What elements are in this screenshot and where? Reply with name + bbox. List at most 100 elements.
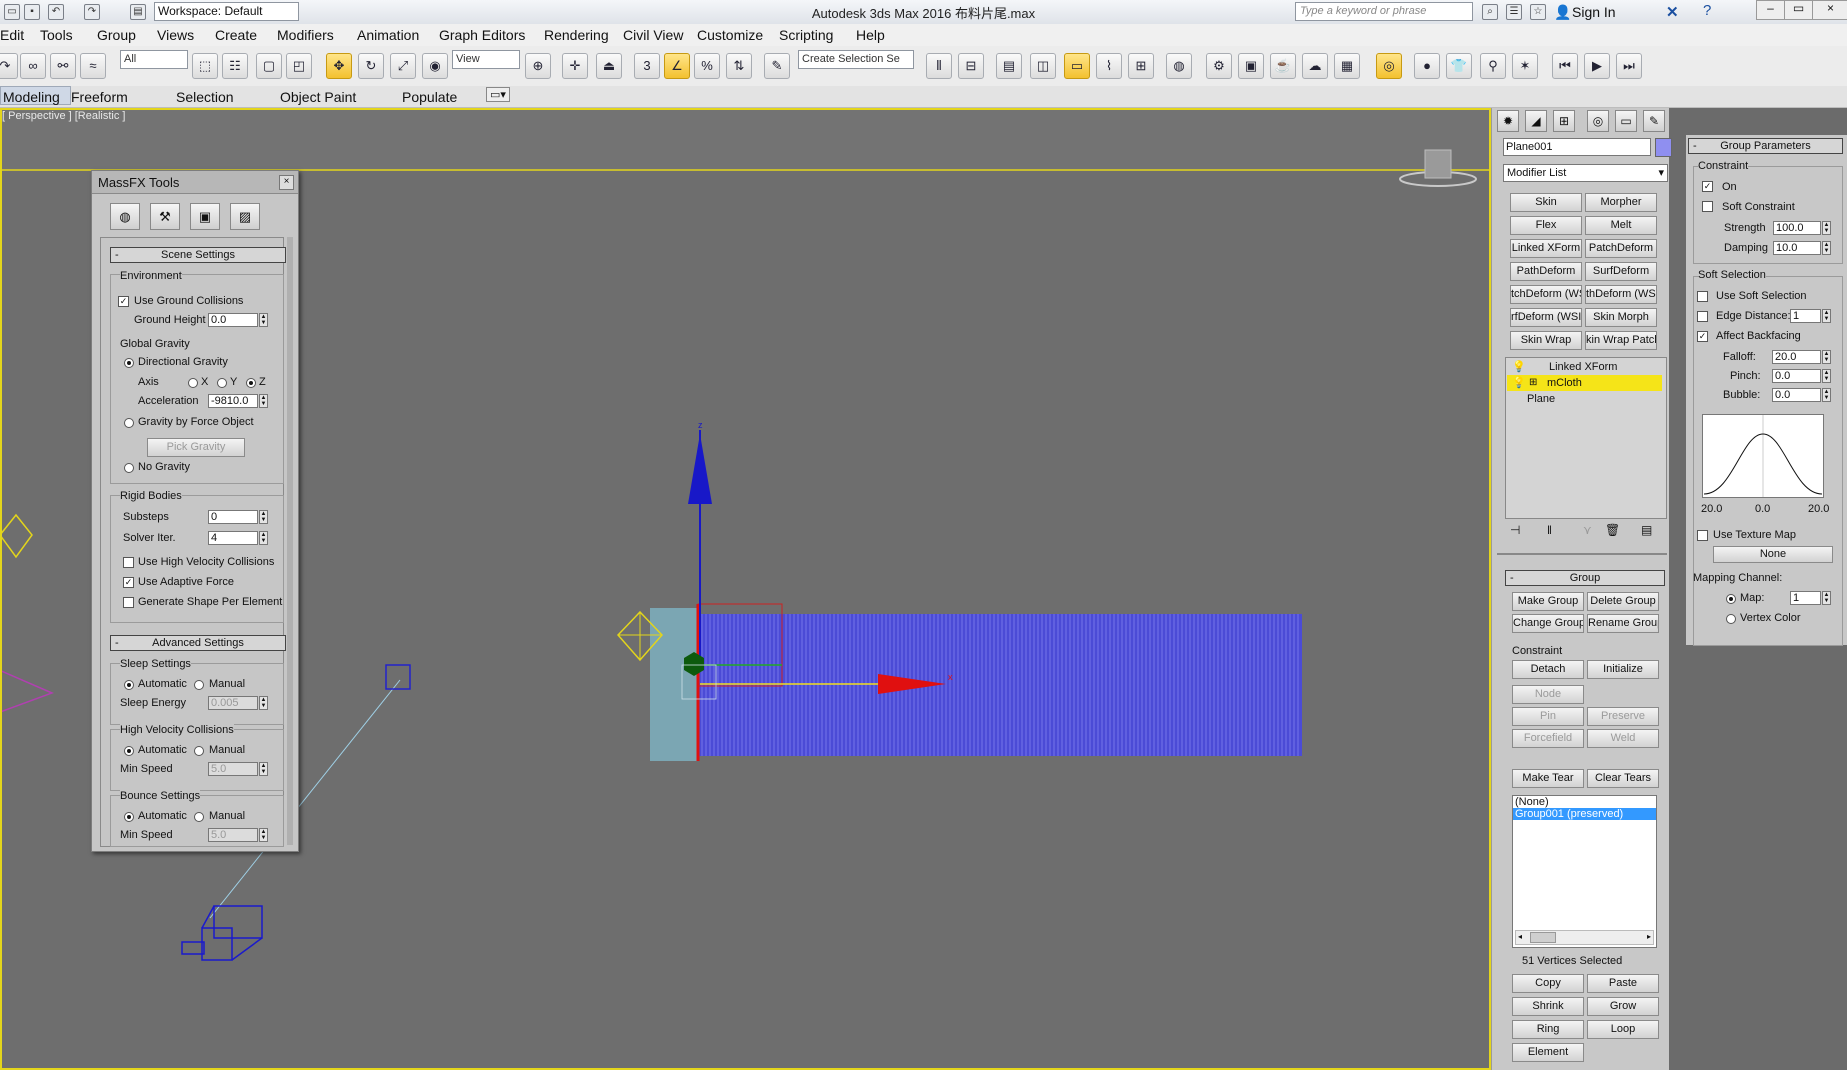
redo-scene-icon[interactable]: ↷: [0, 53, 18, 79]
object-name-input[interactable]: Plane001: [1503, 138, 1651, 156]
spinner-snap-icon[interactable]: ⇅: [726, 53, 752, 79]
ground-height-input[interactable]: 0.0: [208, 313, 258, 327]
soft-constraint-checkbox[interactable]: [1702, 201, 1713, 212]
tab-selection[interactable]: Selection: [176, 89, 234, 105]
configure-sets-icon[interactable]: ▤: [1641, 523, 1652, 537]
acceleration-spinner[interactable]: ▲ ▼: [259, 394, 268, 408]
window-crossing-icon[interactable]: ◰: [286, 53, 312, 79]
ribbon-toggle-icon[interactable]: ▭: [1064, 53, 1090, 79]
tab-modeling[interactable]: Modeling: [0, 86, 71, 105]
menu-create[interactable]: Create: [215, 27, 257, 43]
axis-z-radio[interactable]: [246, 378, 256, 388]
list-horizontal-scrollbar[interactable]: ◂ ▸: [1515, 930, 1654, 945]
angle-snap-icon[interactable]: ∠: [664, 53, 690, 79]
modifier-skin-button[interactable]: Skin: [1510, 193, 1582, 212]
modifier-melt-button[interactable]: Melt: [1585, 216, 1657, 235]
selection-filter-dropdown[interactable]: All: [120, 50, 188, 69]
scene-explorer-icon[interactable]: ▤: [996, 53, 1022, 79]
user-icon[interactable]: 👤: [1554, 4, 1571, 21]
axis-x-radio[interactable]: [188, 378, 198, 388]
ribbon-options-icon[interactable]: ▭▾: [486, 87, 510, 102]
curve-editor-icon[interactable]: ⌇: [1096, 53, 1122, 79]
play-simulation-icon[interactable]: ▶: [1584, 53, 1610, 79]
vertex-color-radio[interactable]: [1726, 614, 1736, 624]
ragdoll-icon[interactable]: ✶: [1512, 53, 1538, 79]
select-manipulate-icon[interactable]: ✛: [562, 53, 588, 79]
stack-item-mcloth[interactable]: 💡 ⊞ mCloth: [1507, 375, 1662, 391]
create-tab-icon[interactable]: ✹: [1497, 110, 1519, 132]
rendered-frame-icon[interactable]: ▣: [1238, 53, 1264, 79]
utilities-tab-icon[interactable]: ✎: [1643, 110, 1665, 132]
hierarchy-tab-icon[interactable]: ⊞: [1553, 110, 1575, 132]
bubble-spinner[interactable]: ▲ ▼: [1822, 388, 1831, 402]
multi-object-editor-tab[interactable]: ▣: [190, 203, 220, 230]
menu-edit[interactable]: Edit: [0, 27, 24, 43]
maximize-button[interactable]: ▭: [1784, 0, 1813, 20]
node-button[interactable]: Node: [1512, 685, 1584, 704]
modifier-patchdeform-button[interactable]: PatchDeform: [1585, 239, 1657, 258]
reset-simulation-icon[interactable]: ⏮: [1552, 53, 1578, 79]
scene-settings-rollout[interactable]: - Scene Settings: [110, 247, 286, 263]
menu-customize[interactable]: Customize: [697, 27, 763, 43]
menu-graph-editors[interactable]: Graph Editors: [439, 27, 525, 43]
hv-min-speed-input[interactable]: 5.0: [208, 762, 258, 776]
constraint-icon[interactable]: ⚲: [1480, 53, 1506, 79]
gravity-by-force-radio[interactable]: [124, 418, 134, 428]
pinch-input[interactable]: 0.0: [1772, 369, 1821, 383]
modifier-pathdeform-button[interactable]: PathDeform: [1510, 262, 1582, 281]
mcloth-plane[interactable]: [698, 614, 1302, 756]
minimize-button[interactable]: –: [1756, 0, 1785, 20]
menu-modifiers[interactable]: Modifiers: [277, 27, 334, 43]
select-move-icon[interactable]: ✥: [326, 53, 352, 79]
edge-distance-spinner[interactable]: ▲ ▼: [1822, 309, 1831, 323]
strength-spinner[interactable]: ▲ ▼: [1822, 221, 1831, 235]
expand-icon[interactable]: ⊞: [1529, 375, 1537, 391]
render-shade-icon[interactable]: ▦: [1334, 53, 1360, 79]
adaptive-force-checkbox[interactable]: ✓: [123, 577, 134, 588]
bubble-input[interactable]: 0.0: [1772, 388, 1821, 402]
star-icon[interactable]: ☆: [1530, 4, 1546, 20]
bounce-manual-radio[interactable]: [194, 812, 204, 822]
motion-tab-icon[interactable]: ◎: [1587, 110, 1609, 132]
solver-iter-spinner[interactable]: ▲ ▼: [259, 531, 268, 545]
ground-height-spinner[interactable]: ▲ ▼: [259, 313, 268, 327]
sphere-icon[interactable]: ●: [1414, 53, 1440, 79]
modifier-surfdeform-ws-button[interactable]: rfDeform (WSI: [1510, 308, 1582, 327]
simulation-tools-tab[interactable]: ⚒: [150, 203, 180, 230]
remove-modifier-icon[interactable]: 🗑: [1605, 523, 1620, 537]
menu-help[interactable]: Help: [856, 27, 885, 43]
copy-button[interactable]: Copy: [1512, 974, 1584, 993]
group-parameters-rollout[interactable]: - Group Parameters: [1688, 138, 1843, 154]
directional-gravity-radio[interactable]: [124, 358, 134, 368]
select-place-icon[interactable]: ◉: [422, 53, 448, 79]
menu-animation[interactable]: Animation: [357, 27, 419, 43]
map-spinner[interactable]: ▲ ▼: [1822, 591, 1831, 605]
pick-gravity-button[interactable]: Pick Gravity: [147, 438, 245, 457]
advanced-settings-rollout[interactable]: - Advanced Settings: [110, 635, 286, 651]
binoculars-icon[interactable]: ⌕: [1482, 4, 1498, 20]
use-texture-map-checkbox[interactable]: [1697, 530, 1708, 541]
sign-in-link[interactable]: Sign In: [1572, 4, 1616, 20]
render-setup-icon[interactable]: ⚙: [1206, 53, 1232, 79]
hv-automatic-radio[interactable]: [124, 746, 134, 756]
sleep-energy-input[interactable]: 0.005: [208, 696, 258, 710]
massfx-header[interactable]: MassFX Tools: [92, 171, 298, 194]
edge-distance-checkbox[interactable]: [1697, 311, 1708, 322]
massfx-scrollbar[interactable]: [287, 237, 293, 845]
menu-group[interactable]: Group: [97, 27, 136, 43]
falloff-input[interactable]: 20.0: [1772, 350, 1821, 364]
element-button[interactable]: Element: [1512, 1043, 1584, 1062]
camera-target-box[interactable]: [385, 664, 411, 690]
modifier-pathdeform-ws-button[interactable]: thDeform (WSI: [1585, 285, 1657, 304]
ring-button[interactable]: Ring: [1512, 1020, 1584, 1039]
link-icon[interactable]: ∞: [20, 53, 46, 79]
exchange-icon[interactable]: ✕: [1666, 3, 1679, 21]
bounce-automatic-radio[interactable]: [124, 812, 134, 822]
camera-frustum-purple[interactable]: [2, 667, 55, 715]
show-end-result-icon[interactable]: ‖: [1547, 523, 1552, 537]
substeps-input[interactable]: 0: [208, 510, 258, 524]
shrink-button[interactable]: Shrink: [1512, 997, 1584, 1016]
damping-input[interactable]: 10.0: [1773, 241, 1821, 255]
render-iterative-icon[interactable]: ☁: [1302, 53, 1328, 79]
modifier-skin-wrap-button[interactable]: Skin Wrap: [1510, 331, 1582, 350]
